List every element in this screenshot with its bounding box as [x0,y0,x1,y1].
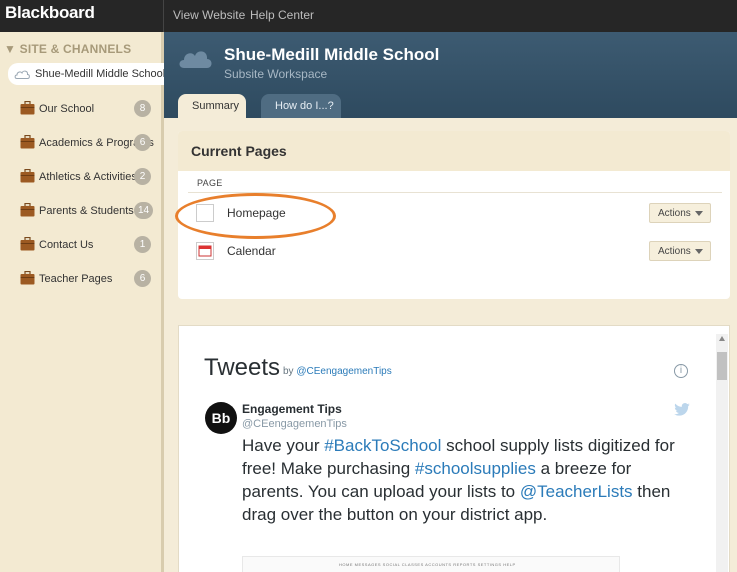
page-count-badge: 6 [134,270,151,287]
briefcase-icon [20,169,35,183]
page-subtitle: Subsite Workspace [224,67,328,81]
tweet-media-preview[interactable]: HOME MESSAGES SOCIAL CLASSES ACCOUNTS RE… [242,556,620,572]
briefcase-icon [20,101,35,115]
scrollbar[interactable] [716,334,728,572]
sidebar-item-label: Athletics & Activities [39,171,137,183]
page-count-badge: 1 [134,236,151,253]
site-name: Shue-Medill Middle School [35,68,166,80]
tweets-title: Tweets [204,354,281,381]
briefcase-icon [20,271,35,285]
sidebar-item-our-school[interactable]: Our School 8 [0,97,163,123]
preview-nav-text: HOME MESSAGES SOCIAL CLASSES ACCOUNTS RE… [339,562,516,567]
sidebar-item-academics[interactable]: Academics & Programs 6 [0,131,163,157]
site-channels-heading[interactable]: ▼ SITE & CHANNELS [4,42,131,56]
actions-dropdown[interactable]: Actions [649,241,711,261]
sidebar-item-label: Parents & Students [39,205,134,217]
briefcase-icon [20,203,35,217]
scrollbar-thumb[interactable] [717,352,727,380]
sidebar-item-label: Contact Us [39,239,94,251]
tweets-byline: by @CEengagemenTips [283,366,392,377]
top-bar: Blackboard View Website Help Center [0,0,737,32]
page-count-badge: 2 [134,168,151,185]
sidebar-item-athletics[interactable]: Athletics & Activities 2 [0,165,163,191]
panel-header: Current Pages [178,131,730,171]
twitter-bird-icon[interactable] [674,403,690,416]
tab-summary[interactable]: Summary [178,94,246,118]
cloud-icon [179,51,212,68]
hashtag-link[interactable]: #BackToSchool [324,436,441,455]
view-website-link[interactable]: View Website [173,8,245,22]
column-header-page: PAGE [197,178,223,188]
site-header: Shue-Medill Middle School Subsite Worksp… [164,32,737,118]
tab-how-do-i[interactable]: How do I...? [261,94,341,118]
actions-dropdown[interactable]: Actions [649,203,711,223]
calendar-icon [196,242,214,260]
caret-down-icon [694,210,703,216]
tweet-text-part: Have your [242,436,325,455]
sidebar-site-item[interactable]: Shue-Medill Middle School [8,63,183,85]
tweet-author-name[interactable]: Engagement Tips [242,402,342,416]
sidebar-item-label: Our School [39,103,95,115]
briefcase-icon [20,237,35,251]
actions-label: Actions [658,208,691,219]
info-icon[interactable]: i [674,364,688,378]
highlight-circle [175,193,336,239]
page-link-calendar[interactable]: Calendar [227,244,276,258]
avatar[interactable]: Bb [205,402,237,434]
sidebar-item-label: Teacher Pages [39,273,113,285]
sidebar-item-parents-students[interactable]: Parents & Students 14 [0,199,163,225]
page-count-badge: 6 [134,134,151,151]
tweets-widget: Tweets by @CEengagemenTips i Bb Engageme… [178,325,730,572]
byline-handle-link[interactable]: @CEengagemenTips [296,366,391,377]
tweet-author-handle[interactable]: @CEengagemenTips [242,418,347,430]
topbar-divider [163,0,164,32]
hashtag-link[interactable]: #schoolsupplies [415,459,536,478]
cloud-icon [14,70,30,79]
sidebar-item-contact-us[interactable]: Contact Us 1 [0,233,163,259]
sidebar-item-teacher-pages[interactable]: Teacher Pages 6 [0,267,163,293]
mention-link[interactable]: @TeacherLists [520,482,633,501]
page-count-badge: 14 [134,202,154,219]
briefcase-icon [20,135,35,149]
blackboard-logo[interactable]: Blackboard [5,3,95,23]
caret-down-icon [694,248,703,254]
help-center-link[interactable]: Help Center [250,8,314,22]
panel-title: Current Pages [191,143,287,159]
page-title: Shue-Medill Middle School [224,45,440,64]
byline-prefix: by [283,366,294,377]
tweet-text: Have your #BackToSchool school supply li… [242,434,682,526]
page-count-badge: 8 [134,100,151,117]
actions-label: Actions [658,246,691,257]
scroll-up-icon[interactable] [719,336,725,341]
